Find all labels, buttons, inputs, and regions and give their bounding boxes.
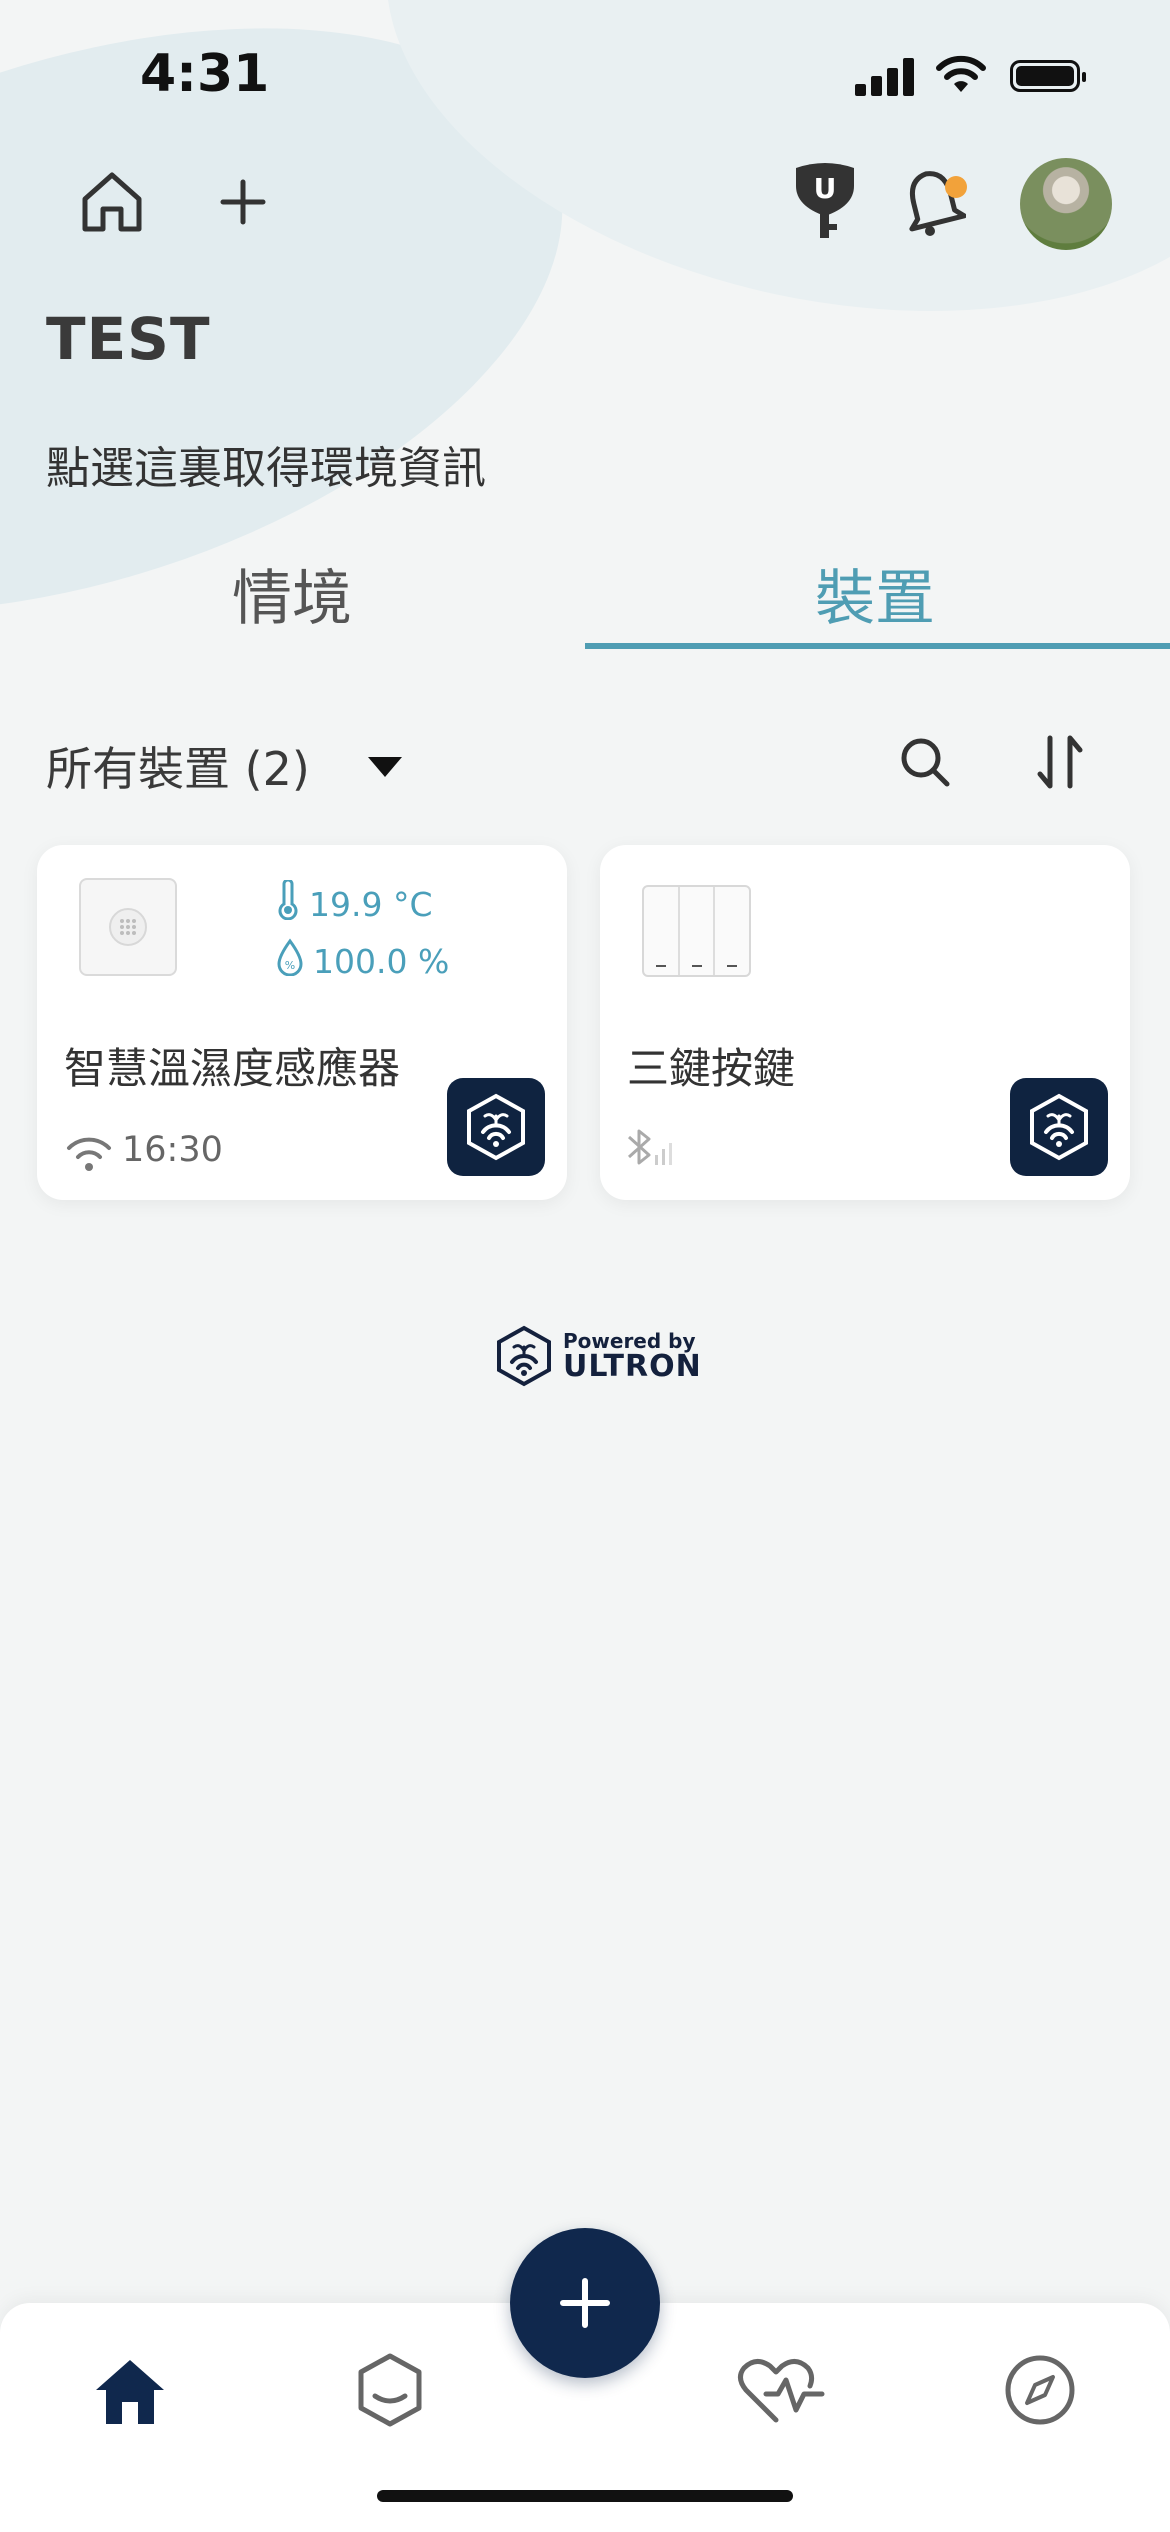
sort-icon[interactable] — [1020, 722, 1100, 802]
home-icon[interactable] — [72, 162, 152, 242]
temperature-value: 19.9 °C — [309, 884, 433, 924]
switch-thumbnail — [642, 885, 751, 977]
home-icon — [96, 2360, 164, 2424]
caret-down-icon[interactable] — [368, 757, 402, 777]
heart-pulse-icon — [738, 2359, 825, 2423]
battery-icon — [1010, 60, 1086, 92]
active-tab-indicator — [585, 643, 1170, 649]
ultron-logo-icon — [497, 1325, 551, 1387]
humidity-icon: % — [277, 938, 303, 984]
add-device-button[interactable] — [510, 2228, 660, 2378]
svg-text:U: U — [814, 172, 837, 205]
svg-text:%: % — [285, 959, 295, 972]
wifi-icon — [64, 1135, 114, 1177]
brand-name: ULTRON — [563, 1349, 702, 1384]
sensor-thumbnail — [79, 878, 177, 976]
nav-explore[interactable] — [995, 2345, 1085, 2435]
tab-scenes[interactable]: 情境 — [232, 550, 352, 637]
compass-icon — [1005, 2355, 1075, 2425]
device-card[interactable]: 19.9 °C % 100.0 % 智慧溫濕度感應器 16:30 — [37, 845, 567, 1200]
nav-home[interactable] — [85, 2345, 175, 2435]
tab-devices[interactable]: 裝置 — [815, 550, 935, 637]
environment-info-link[interactable]: 點選這裏取得環境資訊 — [46, 432, 486, 496]
humidity-reading: % 100.0 % — [277, 938, 449, 984]
ultron-badge-icon — [1010, 1078, 1108, 1176]
status-time: 4:31 — [140, 44, 270, 104]
search-icon[interactable] — [885, 722, 965, 802]
powered-by-logo: Powered by ULTRON — [495, 1325, 702, 1387]
device-name: 三鍵按鍵 — [627, 1044, 796, 1093]
add-home-button[interactable] — [203, 162, 283, 242]
key-icon[interactable]: U — [785, 160, 865, 240]
avatar[interactable] — [1020, 158, 1112, 250]
home-title[interactable]: TEST — [46, 305, 211, 373]
temperature-reading: 19.9 °C — [277, 878, 433, 928]
device-filter-dropdown[interactable]: 所有裝置 (2) — [46, 733, 310, 799]
last-seen-time: 16:30 — [122, 1130, 223, 1170]
nav-devices[interactable] — [345, 2345, 435, 2435]
ultron-badge-icon — [447, 1078, 545, 1176]
notification-badge — [945, 176, 967, 198]
humidity-value: 100.0 % — [313, 941, 450, 981]
plus-icon — [560, 2278, 610, 2328]
device-card[interactable]: 三鍵按鍵 — [600, 845, 1130, 1200]
wifi-status-icon — [935, 54, 987, 98]
cellular-signal-icon — [855, 56, 915, 96]
thermometer-icon — [277, 878, 299, 928]
hexagon-icon — [358, 2353, 422, 2427]
device-name: 智慧溫濕度感應器 — [64, 1044, 401, 1093]
home-indicator — [377, 2490, 793, 2502]
nav-health[interactable] — [736, 2345, 826, 2435]
bell-icon[interactable] — [893, 162, 973, 242]
bluetooth-icon — [625, 1125, 685, 1173]
